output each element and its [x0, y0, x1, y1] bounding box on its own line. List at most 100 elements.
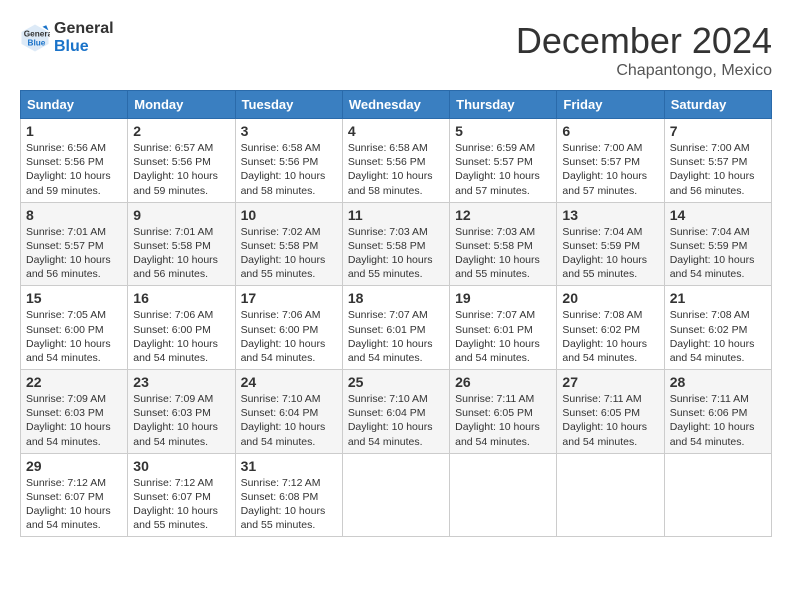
- logo-icon: General Blue: [20, 23, 50, 53]
- day-info: Sunrise: 7:04 AMSunset: 5:59 PMDaylight:…: [562, 226, 647, 281]
- table-row: 15 Sunrise: 7:05 AMSunset: 6:00 PMDaylig…: [21, 286, 128, 370]
- day-number: 7: [670, 123, 766, 139]
- day-info: Sunrise: 7:09 AMSunset: 6:03 PMDaylight:…: [133, 393, 218, 448]
- table-row: 25 Sunrise: 7:10 AMSunset: 6:04 PMDaylig…: [342, 370, 449, 454]
- day-number: 21: [670, 290, 766, 306]
- day-number: 3: [241, 123, 337, 139]
- day-number: 20: [562, 290, 658, 306]
- day-info: Sunrise: 7:12 AMSunset: 6:07 PMDaylight:…: [133, 477, 218, 532]
- table-row: 18 Sunrise: 7:07 AMSunset: 6:01 PMDaylig…: [342, 286, 449, 370]
- day-info: Sunrise: 6:56 AMSunset: 5:56 PMDaylight:…: [26, 142, 111, 197]
- day-number: 29: [26, 458, 122, 474]
- logo-general: General: [54, 20, 114, 38]
- table-row: 6 Sunrise: 7:00 AMSunset: 5:57 PMDayligh…: [557, 119, 664, 203]
- calendar-week-row: 15 Sunrise: 7:05 AMSunset: 6:00 PMDaylig…: [21, 286, 772, 370]
- day-number: 4: [348, 123, 444, 139]
- logo-blue: Blue: [54, 38, 114, 56]
- day-number: 23: [133, 374, 229, 390]
- calendar-week-row: 1 Sunrise: 6:56 AMSunset: 5:56 PMDayligh…: [21, 119, 772, 203]
- logo: General Blue General Blue: [20, 20, 114, 55]
- day-info: Sunrise: 6:59 AMSunset: 5:57 PMDaylight:…: [455, 142, 540, 197]
- table-row: 23 Sunrise: 7:09 AMSunset: 6:03 PMDaylig…: [128, 370, 235, 454]
- table-row: 14 Sunrise: 7:04 AMSunset: 5:59 PMDaylig…: [664, 202, 771, 286]
- col-friday: Friday: [557, 91, 664, 119]
- table-row: 16 Sunrise: 7:06 AMSunset: 6:00 PMDaylig…: [128, 286, 235, 370]
- day-number: 19: [455, 290, 551, 306]
- table-row: [450, 453, 557, 537]
- table-row: 8 Sunrise: 7:01 AMSunset: 5:57 PMDayligh…: [21, 202, 128, 286]
- day-info: Sunrise: 7:02 AMSunset: 5:58 PMDaylight:…: [241, 226, 326, 281]
- table-row: 17 Sunrise: 7:06 AMSunset: 6:00 PMDaylig…: [235, 286, 342, 370]
- day-number: 8: [26, 207, 122, 223]
- day-info: Sunrise: 7:01 AMSunset: 5:57 PMDaylight:…: [26, 226, 111, 281]
- day-info: Sunrise: 7:00 AMSunset: 5:57 PMDaylight:…: [562, 142, 647, 197]
- day-info: Sunrise: 7:11 AMSunset: 6:05 PMDaylight:…: [562, 393, 647, 448]
- day-info: Sunrise: 7:12 AMSunset: 6:07 PMDaylight:…: [26, 477, 111, 532]
- col-tuesday: Tuesday: [235, 91, 342, 119]
- day-number: 12: [455, 207, 551, 223]
- table-row: 4 Sunrise: 6:58 AMSunset: 5:56 PMDayligh…: [342, 119, 449, 203]
- day-number: 28: [670, 374, 766, 390]
- header: General Blue General Blue December 2024 …: [20, 20, 772, 80]
- table-row: 27 Sunrise: 7:11 AMSunset: 6:05 PMDaylig…: [557, 370, 664, 454]
- day-info: Sunrise: 6:58 AMSunset: 5:56 PMDaylight:…: [241, 142, 326, 197]
- table-row: 31 Sunrise: 7:12 AMSunset: 6:08 PMDaylig…: [235, 453, 342, 537]
- day-info: Sunrise: 7:08 AMSunset: 6:02 PMDaylight:…: [562, 309, 647, 364]
- day-number: 2: [133, 123, 229, 139]
- day-info: Sunrise: 7:06 AMSunset: 6:00 PMDaylight:…: [133, 309, 218, 364]
- table-row: 7 Sunrise: 7:00 AMSunset: 5:57 PMDayligh…: [664, 119, 771, 203]
- table-row: 29 Sunrise: 7:12 AMSunset: 6:07 PMDaylig…: [21, 453, 128, 537]
- day-info: Sunrise: 7:04 AMSunset: 5:59 PMDaylight:…: [670, 226, 755, 281]
- month-title: December 2024: [516, 20, 772, 62]
- calendar-week-row: 22 Sunrise: 7:09 AMSunset: 6:03 PMDaylig…: [21, 370, 772, 454]
- table-row: 3 Sunrise: 6:58 AMSunset: 5:56 PMDayligh…: [235, 119, 342, 203]
- table-row: 11 Sunrise: 7:03 AMSunset: 5:58 PMDaylig…: [342, 202, 449, 286]
- table-row: 30 Sunrise: 7:12 AMSunset: 6:07 PMDaylig…: [128, 453, 235, 537]
- table-row: 12 Sunrise: 7:03 AMSunset: 5:58 PMDaylig…: [450, 202, 557, 286]
- day-info: Sunrise: 7:07 AMSunset: 6:01 PMDaylight:…: [348, 309, 433, 364]
- day-number: 11: [348, 207, 444, 223]
- day-info: Sunrise: 6:57 AMSunset: 5:56 PMDaylight:…: [133, 142, 218, 197]
- table-row: 21 Sunrise: 7:08 AMSunset: 6:02 PMDaylig…: [664, 286, 771, 370]
- table-row: 28 Sunrise: 7:11 AMSunset: 6:06 PMDaylig…: [664, 370, 771, 454]
- day-number: 5: [455, 123, 551, 139]
- table-row: 9 Sunrise: 7:01 AMSunset: 5:58 PMDayligh…: [128, 202, 235, 286]
- day-info: Sunrise: 7:09 AMSunset: 6:03 PMDaylight:…: [26, 393, 111, 448]
- calendar-table: Sunday Monday Tuesday Wednesday Thursday…: [20, 90, 772, 537]
- day-info: Sunrise: 7:03 AMSunset: 5:58 PMDaylight:…: [348, 226, 433, 281]
- table-row: [664, 453, 771, 537]
- day-info: Sunrise: 7:06 AMSunset: 6:00 PMDaylight:…: [241, 309, 326, 364]
- calendar-week-row: 8 Sunrise: 7:01 AMSunset: 5:57 PMDayligh…: [21, 202, 772, 286]
- table-row: 26 Sunrise: 7:11 AMSunset: 6:05 PMDaylig…: [450, 370, 557, 454]
- day-number: 15: [26, 290, 122, 306]
- table-row: 5 Sunrise: 6:59 AMSunset: 5:57 PMDayligh…: [450, 119, 557, 203]
- table-row: [342, 453, 449, 537]
- calendar-header-row: Sunday Monday Tuesday Wednesday Thursday…: [21, 91, 772, 119]
- day-number: 1: [26, 123, 122, 139]
- table-row: 10 Sunrise: 7:02 AMSunset: 5:58 PMDaylig…: [235, 202, 342, 286]
- table-row: 13 Sunrise: 7:04 AMSunset: 5:59 PMDaylig…: [557, 202, 664, 286]
- day-number: 14: [670, 207, 766, 223]
- day-number: 18: [348, 290, 444, 306]
- day-info: Sunrise: 7:11 AMSunset: 6:06 PMDaylight:…: [670, 393, 755, 448]
- day-number: 13: [562, 207, 658, 223]
- table-row: 1 Sunrise: 6:56 AMSunset: 5:56 PMDayligh…: [21, 119, 128, 203]
- table-row: 19 Sunrise: 7:07 AMSunset: 6:01 PMDaylig…: [450, 286, 557, 370]
- day-info: Sunrise: 7:03 AMSunset: 5:58 PMDaylight:…: [455, 226, 540, 281]
- table-row: 20 Sunrise: 7:08 AMSunset: 6:02 PMDaylig…: [557, 286, 664, 370]
- day-info: Sunrise: 7:00 AMSunset: 5:57 PMDaylight:…: [670, 142, 755, 197]
- table-row: 24 Sunrise: 7:10 AMSunset: 6:04 PMDaylig…: [235, 370, 342, 454]
- day-info: Sunrise: 7:07 AMSunset: 6:01 PMDaylight:…: [455, 309, 540, 364]
- day-number: 27: [562, 374, 658, 390]
- day-number: 26: [455, 374, 551, 390]
- day-info: Sunrise: 6:58 AMSunset: 5:56 PMDaylight:…: [348, 142, 433, 197]
- day-info: Sunrise: 7:10 AMSunset: 6:04 PMDaylight:…: [348, 393, 433, 448]
- col-saturday: Saturday: [664, 91, 771, 119]
- day-info: Sunrise: 7:12 AMSunset: 6:08 PMDaylight:…: [241, 477, 326, 532]
- col-wednesday: Wednesday: [342, 91, 449, 119]
- day-number: 31: [241, 458, 337, 474]
- col-sunday: Sunday: [21, 91, 128, 119]
- day-number: 10: [241, 207, 337, 223]
- day-info: Sunrise: 7:11 AMSunset: 6:05 PMDaylight:…: [455, 393, 540, 448]
- title-section: December 2024 Chapantongo, Mexico: [516, 20, 772, 80]
